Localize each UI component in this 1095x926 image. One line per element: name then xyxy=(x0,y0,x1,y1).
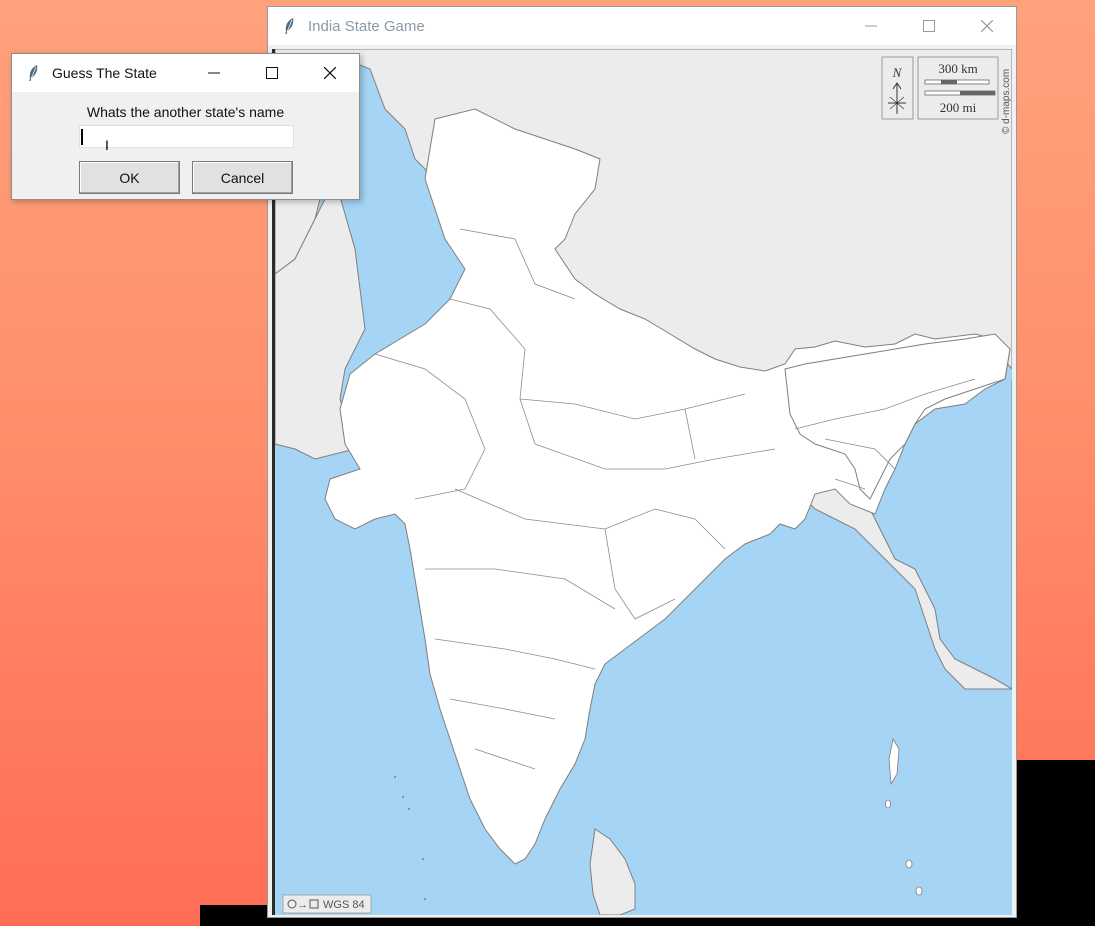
state-name-input[interactable] xyxy=(79,125,294,148)
close-icon xyxy=(324,67,336,79)
main-window-title: India State Game xyxy=(308,17,425,35)
close-button[interactable] xyxy=(958,7,1016,45)
svg-text:→: → xyxy=(297,899,308,911)
minimize-button[interactable] xyxy=(842,7,900,45)
close-icon xyxy=(981,20,993,32)
maximize-button[interactable] xyxy=(900,7,958,45)
minimize-icon xyxy=(865,25,877,27)
map-credit: © d-maps.com xyxy=(1001,69,1012,134)
feather-icon xyxy=(24,64,42,82)
ok-button[interactable]: OK xyxy=(79,161,180,194)
dialog-maximize-button[interactable] xyxy=(243,54,301,92)
feather-icon xyxy=(280,17,298,35)
dialog-minimize-button[interactable] xyxy=(185,54,243,92)
maximize-icon xyxy=(266,67,278,79)
maximize-icon xyxy=(923,20,935,32)
dialog-title: Guess The State xyxy=(52,65,157,81)
main-window: India State Game N 300 km 200 mi © d-map… xyxy=(267,6,1017,918)
projection-label: → WGS 84 xyxy=(282,894,372,914)
scale-mi-label: 200 mi xyxy=(940,100,977,115)
minimize-icon xyxy=(208,72,220,74)
scale-km-label: 300 km xyxy=(938,61,977,76)
dialog-close-button[interactable] xyxy=(301,54,359,92)
map-canvas[interactable]: N 300 km 200 mi © d-maps.com → WGS 84 xyxy=(272,49,1012,915)
scale-bar: 300 km 200 mi xyxy=(917,56,999,120)
main-titlebar[interactable]: India State Game xyxy=(268,7,1016,45)
background-shadow xyxy=(1010,760,1095,926)
dialog-prompt: Whats the another state's name xyxy=(86,104,285,120)
compass-icon: N xyxy=(881,56,914,120)
text-caret xyxy=(81,129,83,145)
cancel-button[interactable]: Cancel xyxy=(192,161,293,194)
guess-dialog: Guess The State Whats the another state'… xyxy=(11,53,360,200)
compass-label: N xyxy=(892,65,903,80)
dialog-titlebar[interactable]: Guess The State xyxy=(12,54,359,92)
projection-text: WGS 84 xyxy=(323,899,365,911)
ibeam-cursor-icon: I xyxy=(105,137,109,153)
india-map: N 300 km 200 mi © d-maps.com → WGS 84 xyxy=(275,49,1012,915)
